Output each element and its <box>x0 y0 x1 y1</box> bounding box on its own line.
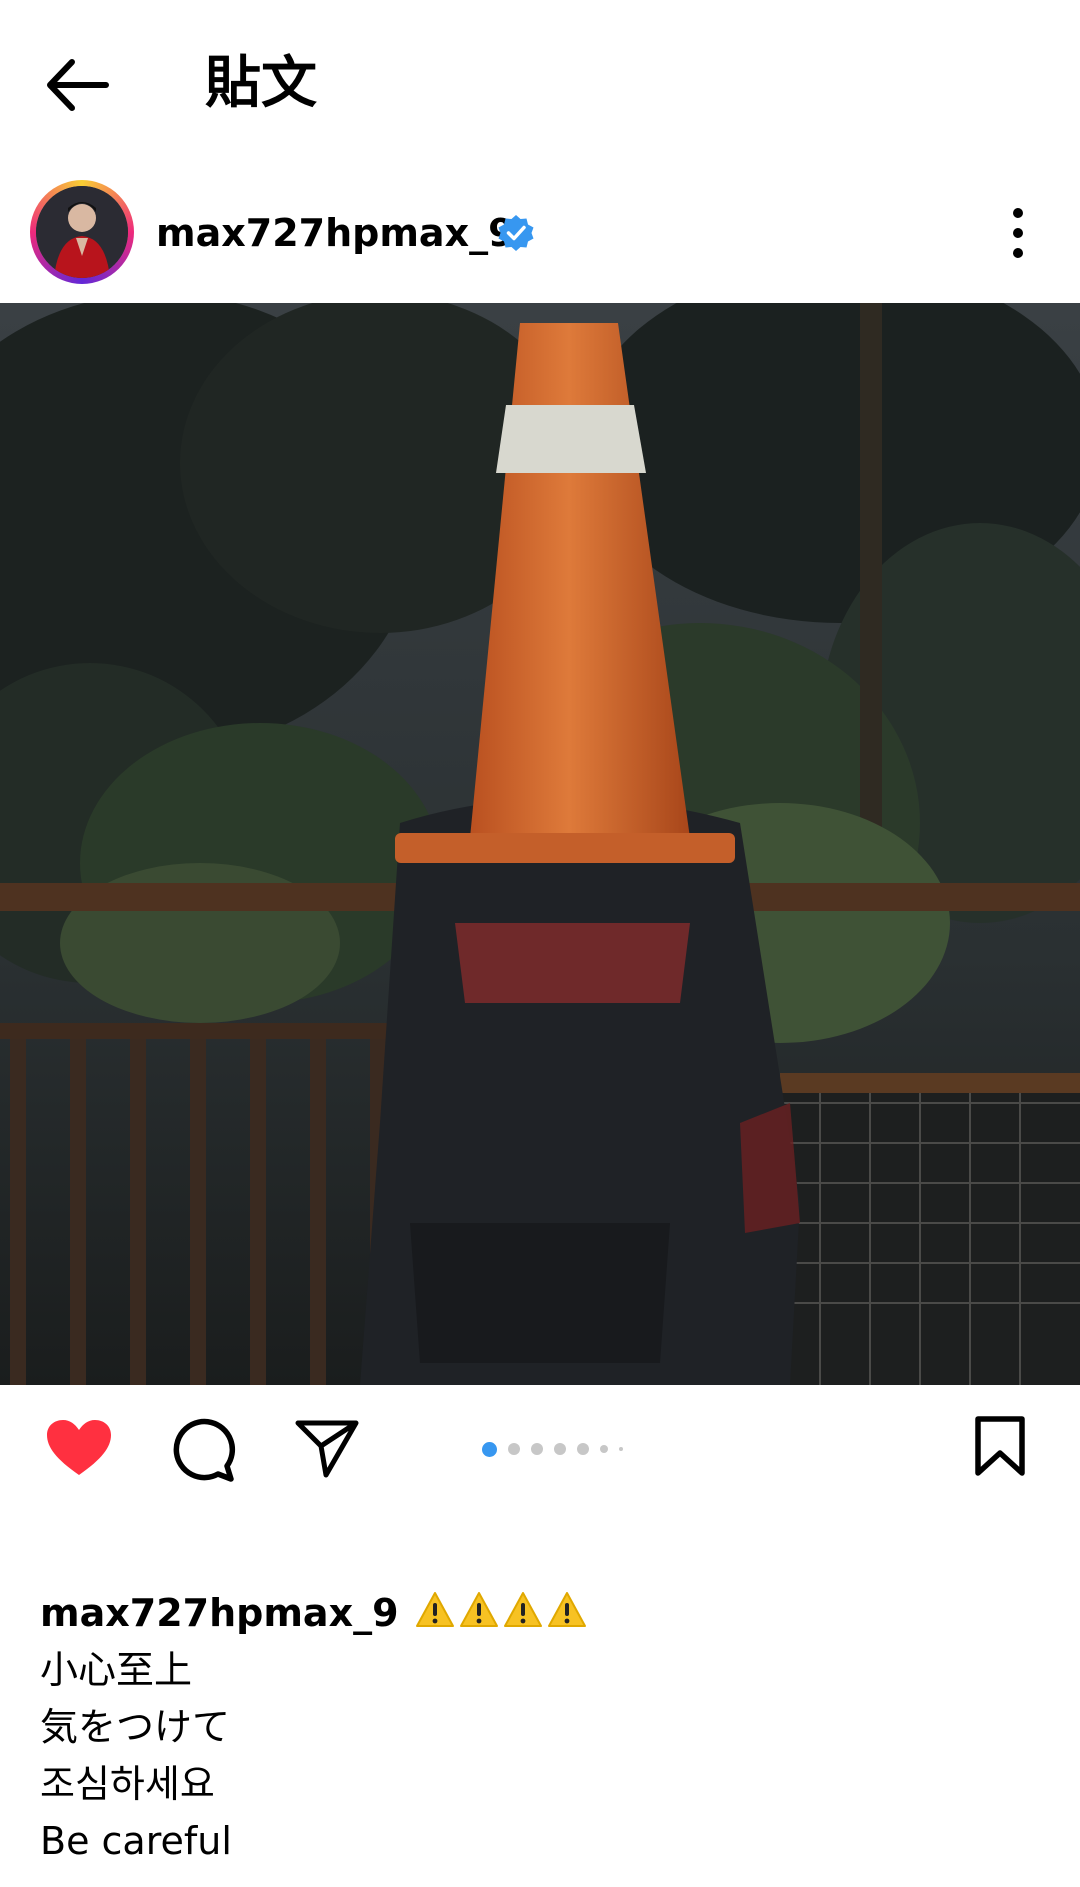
caption-line-chinese: 小心至上 <box>40 1648 193 1692</box>
more-options-icon[interactable] <box>998 201 1038 265</box>
back-arrow-icon[interactable] <box>42 50 122 120</box>
carousel-dot <box>531 1443 543 1455</box>
post-photo[interactable] <box>0 303 1080 1385</box>
share-send-icon[interactable] <box>294 1417 360 1483</box>
post-header: max727hpmax_9 <box>0 175 1080 300</box>
warning-icon <box>415 1589 455 1629</box>
carousel-dot <box>508 1443 520 1455</box>
carousel-dot-active <box>482 1441 497 1457</box>
caption-username[interactable]: max727hpmax_9 <box>40 1591 399 1635</box>
carousel-dot <box>554 1443 566 1455</box>
caption-line-japanese: 気をつけて <box>40 1705 231 1749</box>
save-bookmark-icon[interactable] <box>972 1415 1028 1483</box>
carousel-indicator <box>482 1439 623 1459</box>
carousel-dot <box>577 1443 589 1455</box>
avatar-image <box>36 186 128 278</box>
comment-icon[interactable] <box>170 1417 236 1487</box>
warning-icon <box>459 1589 499 1629</box>
warning-icon <box>547 1589 587 1629</box>
warning-icon <box>503 1589 543 1629</box>
like-heart-icon[interactable] <box>44 1417 114 1483</box>
post-username[interactable]: max727hpmax_9 <box>156 208 515 258</box>
caption-line-english: Be careful <box>40 1819 232 1863</box>
verified-badge-icon <box>496 213 536 253</box>
avatar[interactable] <box>30 180 134 284</box>
page-title: 貼文 <box>205 51 317 116</box>
carousel-dot <box>619 1447 623 1451</box>
post-caption: max727hpmax_9 小心至上 気をつけて 조심하세요 Be carefu… <box>40 1585 1040 1870</box>
carousel-dot <box>600 1445 608 1453</box>
photo-of-person-wearing-traffic-cone <box>0 303 1080 1385</box>
action-bar <box>0 1385 1080 1505</box>
caption-line-korean: 조심하세요 <box>40 1762 215 1806</box>
top-bar: 貼文 <box>0 0 1080 170</box>
caption-header: max727hpmax_9 <box>40 1585 1040 1642</box>
